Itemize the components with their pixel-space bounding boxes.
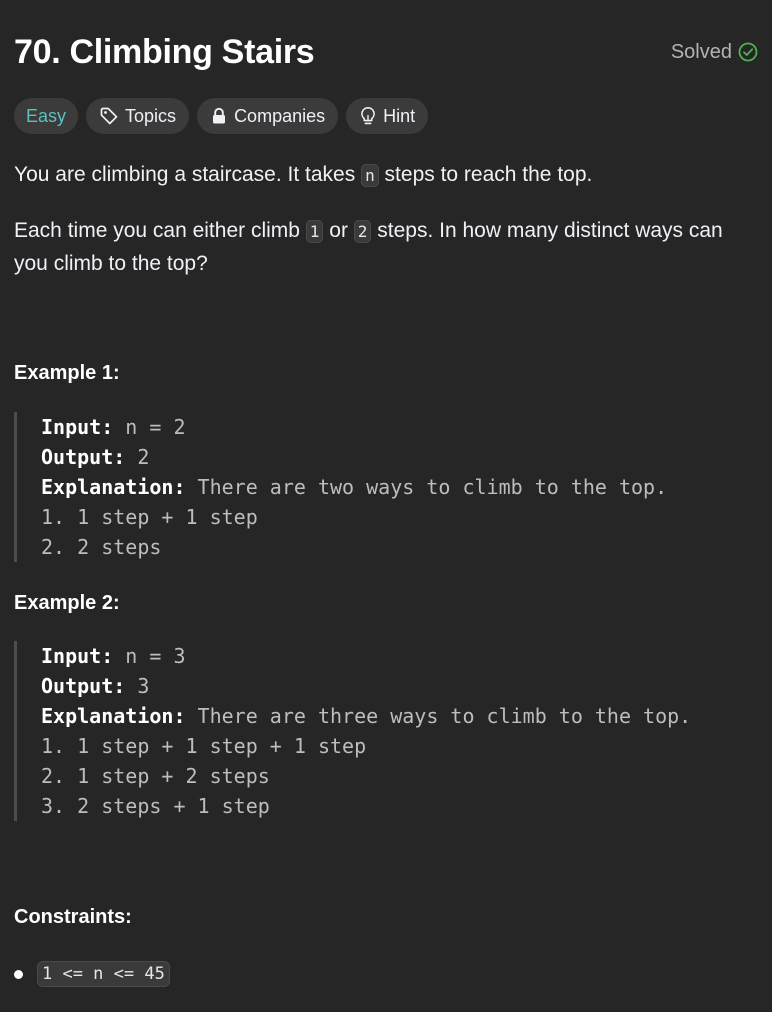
- difficulty-badge: Easy: [14, 98, 79, 134]
- example-step-line: 2. 2 steps: [41, 535, 162, 559]
- example-1-heading: Example 1:: [14, 362, 120, 384]
- companies-button[interactable]: Companies: [197, 98, 339, 134]
- topics-label: Topics: [125, 105, 177, 126]
- hint-button[interactable]: Hint: [346, 98, 429, 134]
- description-text: or: [323, 219, 354, 242]
- example-input-line: Input: n = 2: [41, 415, 186, 439]
- bullet-dot: [14, 969, 23, 979]
- inline-code: 1: [305, 220, 324, 243]
- topics-button[interactable]: Topics: [86, 98, 190, 134]
- companies-label: Companies: [234, 105, 326, 126]
- solved-label: Solved: [670, 41, 732, 63]
- example-explanation-line: Explanation: There are three ways to cli…: [41, 704, 692, 728]
- lock-icon: [210, 107, 228, 125]
- example-input-line: Input: n = 3: [41, 644, 186, 668]
- example-2-heading: Example 2:: [14, 592, 120, 614]
- constraint-item: 1 <= n <= 45: [14, 961, 170, 987]
- constraints-heading: Constraints:: [14, 906, 132, 928]
- hint-label: Hint: [383, 105, 416, 126]
- example-step-line: 1. 1 step + 1 step + 1 step: [41, 734, 367, 758]
- example-step-line: 1. 1 step + 1 step: [41, 505, 258, 529]
- lightbulb-icon: [359, 106, 377, 126]
- description-text: You are climbing a staircase. It takes: [14, 163, 362, 186]
- tag-icon: [99, 106, 119, 126]
- check-circle-icon: [738, 42, 758, 62]
- example-1-block: Input: n = 2 Output: 2 Explanation: Ther…: [14, 412, 734, 562]
- example-output-line: Output: 3: [41, 674, 150, 698]
- solved-status: Solved: [671, 38, 758, 66]
- tag-bar: Easy Topics Companies Hint: [14, 98, 429, 134]
- difficulty-label: Easy: [26, 105, 67, 126]
- description-paragraph-1: You are climbing a staircase. It takes n…: [14, 159, 758, 192]
- description-text: Each time you can either climb: [14, 219, 306, 242]
- problem-title: 70. Climbing Stairs: [14, 33, 315, 71]
- example-step-line: 3. 2 steps + 1 step: [41, 794, 270, 818]
- example-2-block: Input: n = 3 Output: 3 Explanation: Ther…: [14, 641, 734, 821]
- example-step-line: 2. 1 step + 2 steps: [41, 764, 270, 788]
- inline-code: n: [361, 164, 379, 187]
- inline-code: 2: [353, 220, 372, 243]
- example-explanation-line: Explanation: There are two ways to climb…: [41, 475, 668, 499]
- constraint-code: 1 <= n <= 45: [37, 961, 170, 987]
- description-paragraph-2: Each time you can either climb 1 or 2 st…: [14, 215, 758, 280]
- example-output-line: Output: 2: [41, 445, 150, 469]
- description-text: steps to reach the top.: [378, 163, 593, 186]
